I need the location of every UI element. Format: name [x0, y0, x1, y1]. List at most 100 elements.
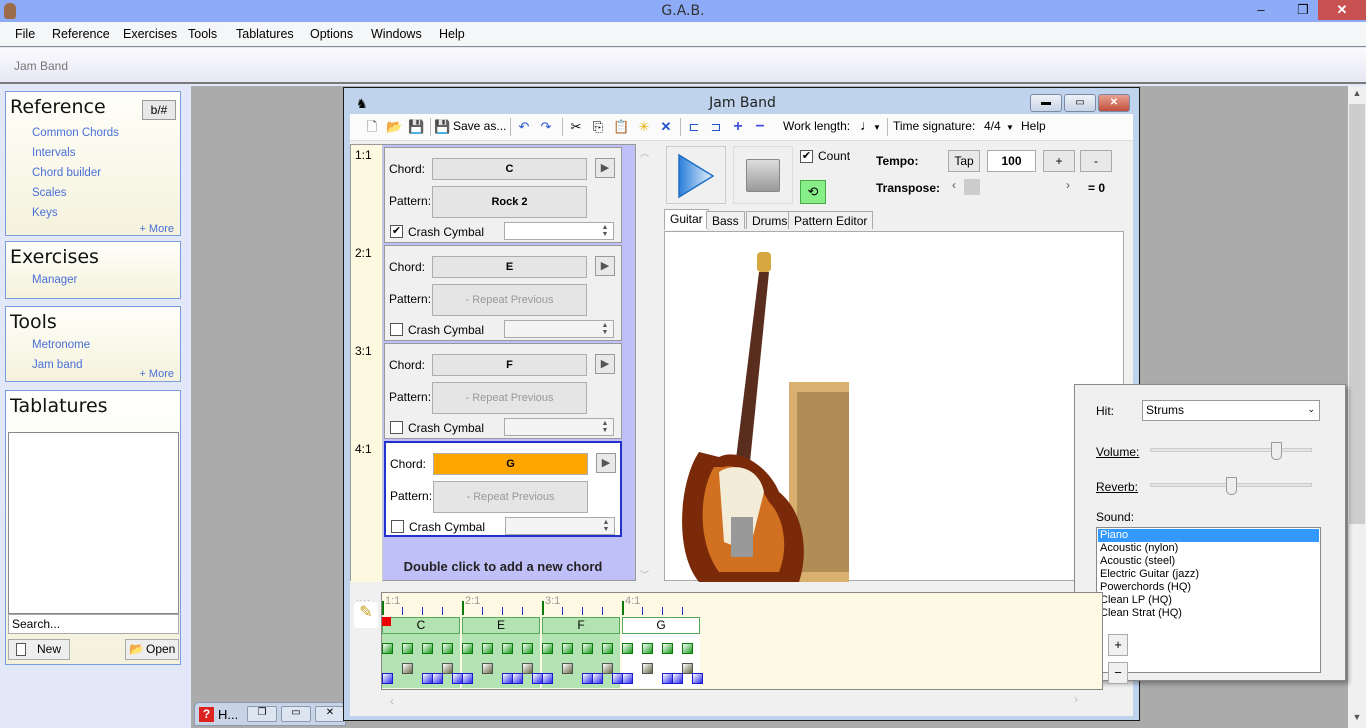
- guitar-hit-marker[interactable]: [382, 643, 393, 654]
- bass-hit-marker[interactable]: [482, 663, 493, 674]
- tempo-decrease-button[interactable]: -: [1080, 150, 1112, 172]
- spinner-arrows-icon[interactable]: ▲ ▼: [599, 224, 611, 238]
- play-chord-button[interactable]: ▶: [595, 158, 615, 178]
- save-icon[interactable]: 💾: [408, 119, 424, 135]
- chord-list[interactable]: 1:1 2:1 3:1 4:1 Chord: C ▶ Pattern: Rock…: [350, 144, 636, 582]
- drum-hit-marker[interactable]: [432, 673, 443, 684]
- bass-hit-marker[interactable]: [562, 663, 573, 674]
- chord-card[interactable]: Chord: F ▶ Pattern: - Repeat Previous Cr…: [384, 343, 622, 439]
- drum-hit-marker[interactable]: [382, 673, 393, 684]
- tab-drums[interactable]: Drums: [746, 211, 794, 229]
- guitar-hit-marker[interactable]: [482, 643, 493, 654]
- link-intervals[interactable]: Intervals: [32, 147, 75, 159]
- scroll-right-icon[interactable]: ›: [1066, 178, 1070, 192]
- link-chord-builder[interactable]: Chord builder: [32, 167, 101, 179]
- play-chord-button[interactable]: ▶: [595, 256, 615, 276]
- scroll-down-icon[interactable]: ▼: [1348, 712, 1366, 722]
- sound-option[interactable]: Electric Guitar (jazz): [1098, 568, 1319, 581]
- guitar-hit-marker[interactable]: [662, 643, 673, 654]
- scrollbar-thumb[interactable]: [1349, 104, 1365, 524]
- spinner-arrows-icon[interactable]: ▲ ▼: [599, 322, 611, 336]
- chevron-down-icon[interactable]: ▼: [1006, 123, 1014, 132]
- menu-help[interactable]: Help: [439, 27, 465, 41]
- pattern-button[interactable]: - Repeat Previous: [432, 284, 587, 316]
- menu-windows[interactable]: Windows: [371, 27, 422, 41]
- new-icon[interactable]: 🗋: [364, 119, 380, 135]
- link-keys[interactable]: Keys: [32, 207, 58, 219]
- copy-icon[interactable]: ⎘: [590, 119, 606, 135]
- tools-more-link[interactable]: + More: [139, 368, 174, 380]
- tablatures-list[interactable]: [8, 432, 179, 614]
- chord-list-scroll-up-icon[interactable]: ︿: [640, 146, 649, 159]
- play-button[interactable]: [666, 146, 726, 204]
- drum-hit-marker[interactable]: [462, 673, 473, 684]
- playhead-marker[interactable]: [382, 617, 391, 626]
- transpose-thumb[interactable]: [964, 179, 980, 195]
- pattern-button[interactable]: Rock 2: [432, 186, 587, 218]
- zoom-out-button[interactable]: −: [1108, 662, 1128, 684]
- play-chord-button[interactable]: ▶: [596, 453, 616, 473]
- menu-reference[interactable]: Reference: [52, 27, 110, 41]
- link-manager[interactable]: Manager: [32, 274, 77, 286]
- crash-cymbal-checkbox[interactable]: ✔: [390, 225, 403, 238]
- work-length-dropdown[interactable]: ♩: [860, 117, 874, 133]
- hit-select[interactable]: Strums ⌄: [1142, 400, 1320, 421]
- menu-tools[interactable]: Tools: [188, 27, 217, 41]
- restore-button[interactable]: ❐: [1290, 0, 1316, 20]
- count-checkbox[interactable]: ✔: [800, 150, 813, 163]
- tab-bass[interactable]: Bass: [706, 211, 745, 229]
- tap-tempo-button[interactable]: Tap: [948, 150, 980, 172]
- menu-file[interactable]: File: [15, 27, 35, 41]
- guitar-hit-marker[interactable]: [622, 643, 633, 654]
- chord-button[interactable]: C: [432, 158, 587, 180]
- guitar-hit-marker[interactable]: [462, 643, 473, 654]
- cut-icon[interactable]: ✂: [568, 119, 584, 135]
- minimized-window[interactable]: ? H... ❐ ▭ ✕: [194, 702, 346, 726]
- sound-option[interactable]: Acoustic (nylon): [1098, 542, 1319, 555]
- menu-tablatures[interactable]: Tablatures: [236, 27, 294, 41]
- undo-icon[interactable]: ↶: [516, 119, 532, 135]
- volume-slider-track[interactable]: [1150, 448, 1312, 452]
- scroll-up-icon[interactable]: ▲: [1348, 88, 1366, 98]
- sound-option[interactable]: Clean Strat (HQ): [1098, 607, 1319, 620]
- close-icon[interactable]: ✕: [315, 706, 345, 722]
- link-common-chords[interactable]: Common Chords: [32, 127, 119, 139]
- drum-hit-marker[interactable]: [512, 673, 523, 684]
- add-chord-hint[interactable]: Double click to add a new chord: [384, 559, 622, 574]
- add-icon[interactable]: +: [730, 119, 746, 135]
- redo-icon[interactable]: ↷: [538, 119, 554, 135]
- play-chord-button[interactable]: ▶: [595, 354, 615, 374]
- scroll-left-icon[interactable]: ‹: [952, 178, 956, 192]
- paste-icon[interactable]: 📋: [613, 119, 629, 135]
- chevron-down-icon[interactable]: ▼: [873, 123, 881, 132]
- pencil-icon[interactable]: ✎: [354, 602, 378, 628]
- spinner-arrows-icon[interactable]: ▲ ▼: [599, 420, 611, 434]
- time-signature-dropdown[interactable]: 4/4: [984, 119, 1001, 133]
- zoom-in-button[interactable]: +: [1108, 634, 1128, 656]
- open-icon[interactable]: 📂: [386, 119, 402, 135]
- menu-options[interactable]: Options: [310, 27, 353, 41]
- reverb-slider-thumb[interactable]: [1226, 477, 1237, 495]
- pattern-button[interactable]: - Repeat Previous: [432, 382, 587, 414]
- link-metronome[interactable]: Metronome: [32, 339, 90, 351]
- drum-hit-marker[interactable]: [592, 673, 603, 684]
- remove-icon[interactable]: −: [752, 119, 768, 135]
- minimize-button[interactable]: –: [1248, 0, 1274, 20]
- guitar-hit-marker[interactable]: [682, 643, 693, 654]
- timeline-chord-block[interactable]: F: [542, 617, 620, 634]
- bass-hit-marker[interactable]: [642, 663, 653, 674]
- sound-listbox[interactable]: Piano Acoustic (nylon) Acoustic (steel) Ele…: [1096, 527, 1321, 673]
- reference-more-link[interactable]: + More: [139, 223, 174, 235]
- crash-cymbal-checkbox[interactable]: [391, 520, 404, 533]
- insert-icon[interactable]: ✳: [636, 119, 652, 135]
- guitar-hit-marker[interactable]: [442, 643, 453, 654]
- crash-cymbal-checkbox[interactable]: [390, 421, 403, 434]
- guitar-hit-marker[interactable]: [542, 643, 553, 654]
- pattern-button[interactable]: - Repeat Previous: [433, 481, 588, 513]
- loop-button[interactable]: ⟲: [800, 180, 826, 204]
- guitar-hit-marker[interactable]: [502, 643, 513, 654]
- open-tablature-button[interactable]: 📂 Open: [125, 639, 179, 660]
- drum-hit-marker[interactable]: [672, 673, 683, 684]
- tempo-increase-button[interactable]: +: [1043, 150, 1075, 172]
- child-close-button[interactable]: ✕: [1098, 94, 1130, 112]
